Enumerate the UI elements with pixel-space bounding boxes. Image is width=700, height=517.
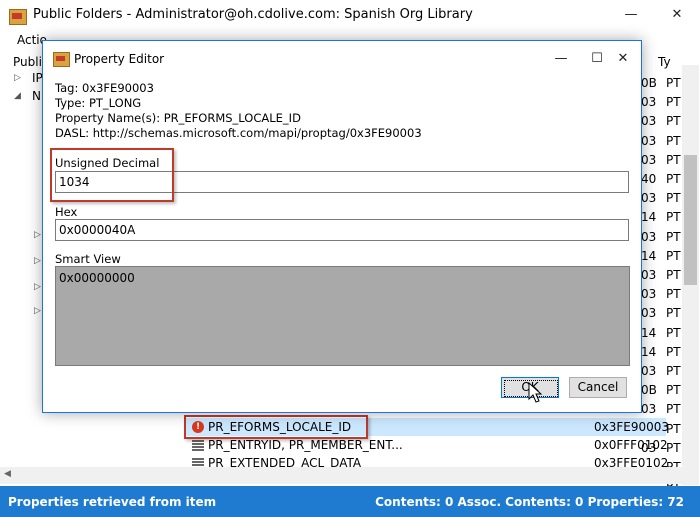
tag-cell: 0B — [641, 383, 657, 398]
minimize-button[interactable]: — — [543, 46, 579, 72]
type-cell: PT — [666, 114, 681, 129]
minimize-button[interactable]: — — [608, 0, 654, 30]
chevron-right-icon[interactable]: ▷ — [14, 73, 21, 83]
status-message: Properties retrieved from item — [8, 495, 217, 509]
tag-cell: 03 — [641, 95, 657, 110]
dasl-info: DASL: http://schemas.microsoft.com/mapi/… — [55, 126, 422, 140]
type-cell: PT — [666, 172, 681, 186]
binary-icon — [192, 439, 204, 451]
type-info: Type: PT_LONG — [55, 96, 142, 110]
column-header-type[interactable]: Ty — [658, 55, 671, 69]
dialog-title-bar: Property Editor — ☐ ✕ — [43, 41, 641, 75]
tag-cell: 14 — [641, 325, 657, 340]
chevron-down-icon[interactable]: ◢ — [14, 91, 21, 101]
smart-view-label: Smart View — [55, 252, 121, 266]
property-editor-dialog: Property Editor — ☐ ✕ Tag: 0x3FE90003 Ty… — [42, 40, 642, 413]
type-cell: PT — [666, 306, 681, 321]
tag-cell: 03 — [641, 287, 657, 302]
type-cell: PT — [666, 229, 681, 244]
smart-view-value: 0x00000000 — [59, 271, 135, 285]
tag-cell: 03 — [641, 402, 657, 417]
cancel-button[interactable]: Cancel — [569, 377, 627, 398]
scroll-left-icon[interactable]: ◀ — [4, 469, 11, 479]
main-title-bar: Public Folders - Administrator@oh.cdoliv… — [0, 0, 700, 31]
scrollbar-thumb[interactable] — [684, 155, 697, 285]
type-cell: PT — [666, 268, 681, 282]
chevron-right-icon[interactable]: ▷ — [34, 230, 41, 240]
tag-info: Tag: 0x3FE90003 — [55, 81, 154, 95]
tag-cell: 03 — [641, 114, 657, 129]
tag-cell: 03 — [641, 268, 657, 282]
close-button[interactable]: ✕ — [605, 46, 641, 72]
type-cell: PT — [666, 76, 681, 90]
smart-view-field: 0x00000000 — [55, 266, 630, 366]
type-cell: PT — [666, 248, 681, 263]
close-button[interactable]: ✕ — [654, 0, 700, 30]
main-window-title: Public Folders - Administrator@oh.cdoliv… — [33, 7, 473, 22]
highlight-box — [50, 148, 174, 202]
tag-cell: 03 — [641, 229, 657, 244]
chevron-right-icon[interactable]: ▷ — [34, 282, 41, 292]
type-cell: PT — [666, 95, 681, 110]
chevron-right-icon[interactable]: ▷ — [34, 256, 41, 266]
chevron-right-icon[interactable]: ▷ — [34, 306, 41, 316]
type-cell: PT — [666, 402, 681, 417]
type-cell: PT — [666, 440, 681, 455]
type-cell: PT — [666, 191, 681, 206]
tag-cell: 14 — [641, 344, 657, 359]
tag-cell: 14 — [641, 248, 657, 263]
type-cell: PT — [666, 287, 681, 302]
tag-cell: 03 — [641, 306, 657, 321]
mfcmapi-app-icon — [9, 9, 27, 25]
type-cell: PT — [666, 344, 681, 359]
property-name: PR_ENTRYID, PR_MEMBER_ENT... — [208, 438, 403, 452]
hex-value: 0x0000040A — [59, 223, 136, 237]
tag-cell: 03 — [641, 191, 657, 206]
type-cell: PT — [666, 133, 681, 148]
cancel-button-label: Cancel — [577, 380, 619, 394]
status-bar: Properties retrieved from item Contents:… — [0, 486, 700, 517]
mouse-cursor-icon — [528, 382, 542, 403]
tag-cell: 03 — [641, 152, 657, 167]
type-cell: PT — [666, 364, 681, 378]
hex-field[interactable]: 0x0000040A — [55, 219, 629, 241]
type-cell: PT — [666, 383, 681, 398]
mfcmapi-app-icon — [53, 52, 70, 67]
status-counts: Contents: 0 Assoc. Contents: 0 Propertie… — [375, 495, 684, 509]
property-names-info: Property Name(s): PR_EFORMS_LOCALE_ID — [55, 111, 301, 125]
horizontal-scrollbar[interactable]: ◀ — [0, 467, 682, 484]
tag-cell: 03 — [641, 364, 657, 378]
highlight-box — [184, 415, 368, 439]
type-cell: PT — [666, 210, 681, 225]
type-cell: PT — [666, 325, 681, 340]
hex-label: Hex — [55, 205, 78, 219]
property-tag: 0x0FFF0102 — [594, 438, 668, 452]
tag-cell: 40 — [641, 172, 657, 186]
type-cell: PT — [666, 152, 681, 167]
property-tag: 0x3FE90003 — [594, 420, 670, 434]
dialog-title: Property Editor — [74, 52, 165, 66]
tree-item-n[interactable]: N — [32, 89, 41, 103]
tag-cell: 14 — [641, 210, 657, 225]
tag-cell: 03 — [641, 133, 657, 148]
tag-cell: 0B — [641, 76, 657, 90]
